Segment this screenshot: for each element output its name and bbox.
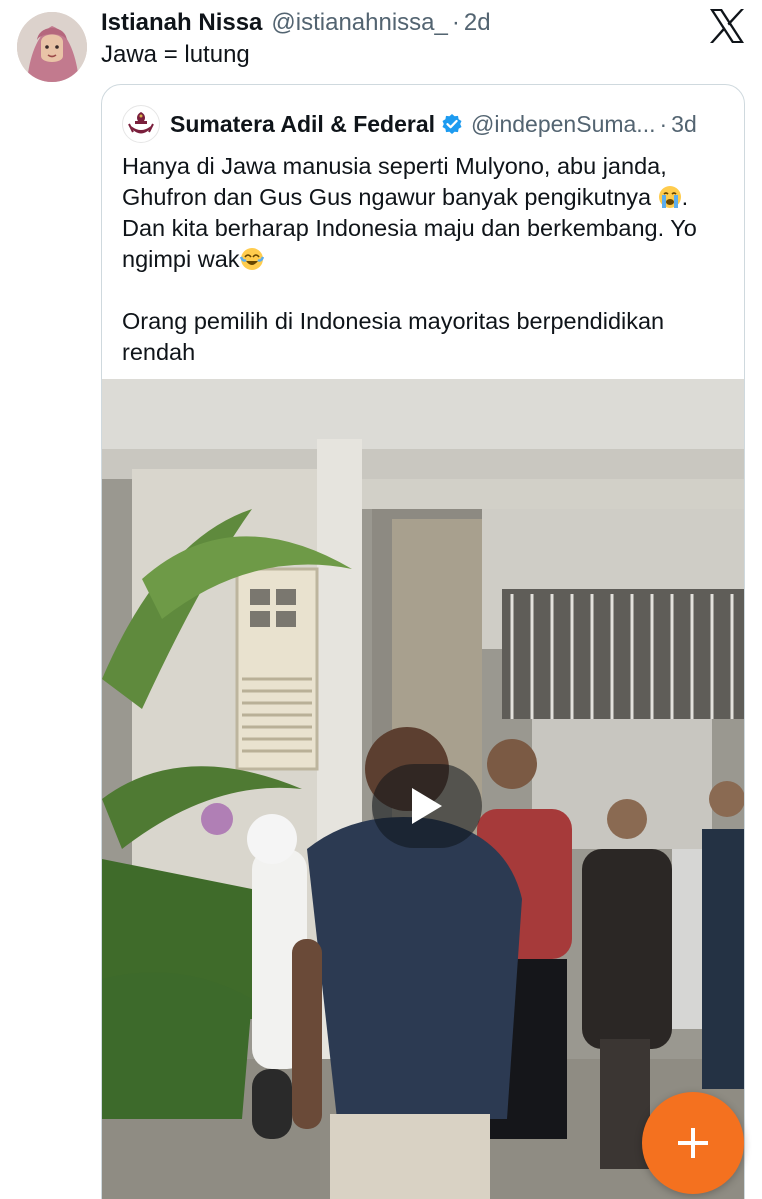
- verified-badge-icon: [442, 114, 462, 134]
- quoted-tweet-time[interactable]: 3d: [671, 111, 697, 138]
- text-segment: Ghufron dan Gus Gus ngawur banyak pengik…: [122, 184, 652, 210]
- separator-dot: ·: [451, 9, 460, 36]
- author-handle[interactable]: @istianahnissa_: [271, 9, 447, 37]
- author-avatar[interactable]: [17, 12, 87, 82]
- text-line: Orang pemilih di Indonesia mayoritas ber…: [122, 308, 665, 334]
- tweet-time[interactable]: 2d: [464, 9, 491, 37]
- text-segment: ngimpi wak: [122, 246, 240, 272]
- play-button[interactable]: [372, 764, 482, 848]
- quoted-tweet-card[interactable]: Sumatera Adil & Federal @indepenSuma... …: [101, 84, 745, 1199]
- face-with-tears-of-joy-emoji-icon: [239, 248, 264, 270]
- quoted-author-avatar[interactable]: [122, 105, 160, 143]
- tweet-header: Istianah Nissa @istianahnissa_ · 2d: [101, 8, 491, 38]
- quoted-tweet-text: Hanya di Jawa manusia seperti Mulyono, a…: [122, 151, 734, 368]
- profile-photo-icon: [17, 12, 87, 82]
- text-line: Hanya di Jawa manusia seperti Mulyono, a…: [122, 153, 667, 179]
- emblem-icon: [128, 112, 154, 134]
- text-line: Dan kita berharap Indonesia maju dan ber…: [122, 215, 697, 241]
- tweet-detail-screen: Istianah Nissa @istianahnissa_ · 2d Jawa…: [0, 0, 762, 1199]
- tweet-text: Jawa = lutung: [101, 41, 250, 68]
- separator-dot: ·: [659, 110, 668, 137]
- text-line: ngimpi wak: [122, 244, 734, 275]
- plus-icon: [678, 1128, 708, 1158]
- compose-fab-button[interactable]: [642, 1092, 744, 1194]
- play-icon: [412, 788, 442, 824]
- text-line: rendah: [122, 339, 196, 365]
- author-name[interactable]: Istianah Nissa: [101, 9, 262, 37]
- quoted-author-name[interactable]: Sumatera Adil & Federal: [170, 111, 435, 138]
- x-logo-icon: [708, 8, 746, 44]
- quoted-tweet-header: Sumatera Adil & Federal @indepenSuma... …: [122, 105, 697, 143]
- loudly-crying-face-emoji-icon: [658, 186, 681, 208]
- video-player[interactable]: [102, 379, 744, 1199]
- text-segment: .: [681, 184, 689, 210]
- text-line: Ghufron dan Gus Gus ngawur banyak pengik…: [122, 182, 734, 213]
- quoted-author-handle[interactable]: @indepenSuma...: [471, 111, 655, 138]
